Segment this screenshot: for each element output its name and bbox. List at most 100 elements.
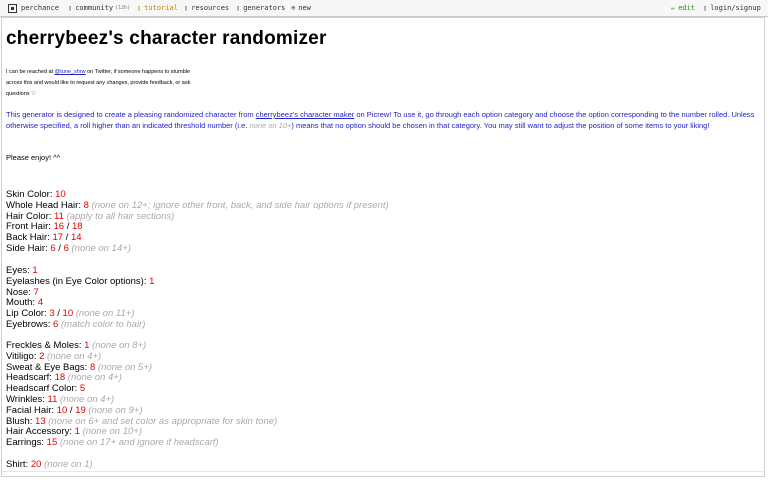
roll-value: 6 <box>53 318 59 330</box>
roll-label: Freckles & Moles: <box>6 340 82 351</box>
roll-value: 10 <box>56 404 68 416</box>
resources-icon: ▯ <box>184 4 189 12</box>
roll-value: 5 <box>79 383 86 395</box>
roll-label: Back Hair: <box>6 232 50 244</box>
nav-generators-label: generators <box>243 4 286 12</box>
roll-label: Whole Head Hair: <box>6 199 81 211</box>
roll-label: Mouth: <box>6 297 36 309</box>
nav-community-badge: (12h) <box>115 5 131 11</box>
perchance-logo-icon <box>8 3 17 13</box>
description-text-3: ) means that no option should be chosen … <box>291 121 710 130</box>
nav-tutorial-label: tutorial <box>144 4 178 12</box>
roll-note: (none on 1) <box>44 459 93 470</box>
roll-value: 11 <box>54 210 64 222</box>
roll-label: Hair Accessory: <box>6 426 72 438</box>
roll-label: Shirt: <box>6 459 29 470</box>
roll-label: Headscarf: <box>6 372 52 384</box>
nav-perchance[interactable]: perchance <box>8 0 59 16</box>
roll-label: Earrings: <box>6 437 45 449</box>
contact-text-before: I can be reached at <box>6 69 55 75</box>
nav-generators[interactable]: ▯ generators <box>236 0 285 16</box>
description-text-1: This generator is designed to create a p… <box>6 110 256 119</box>
top-navigation-bar: perchance ▯ community (12h) ▯ tutorial ▯… <box>0 0 768 17</box>
roll-value-secondary: 6 <box>63 242 69 254</box>
nav-perchance-label: perchance <box>21 4 59 12</box>
login-signup-button[interactable]: ▯ login/signup <box>703 0 761 16</box>
roll-group: Eyes: 1 Eyelashes (in Eye Color options):… <box>6 265 155 331</box>
plus-circle-icon: ⊕ <box>291 4 296 12</box>
generator-output-frame: cherrybeez's character randomizer I can … <box>1 17 765 477</box>
edit-button[interactable]: ✏ edit <box>671 0 695 16</box>
roll-label: Facial Hair: <box>6 404 55 416</box>
pencil-icon: ✏ <box>671 4 676 12</box>
roll-value: 7 <box>33 286 39 298</box>
nav-new-label: new <box>298 4 311 12</box>
roll-value: 3 <box>49 308 55 320</box>
twitter-handle-link[interactable]: @tune_shrw <box>55 69 86 75</box>
nav-tutorial[interactable]: ▯ tutorial <box>137 0 178 16</box>
enjoy-text: Please enjoy! ^^ <box>6 153 61 162</box>
roll-label: Sweat & Eye Bags: <box>6 361 88 373</box>
roll-value-secondary: 18 <box>72 221 83 233</box>
roll-label: Eyes: <box>6 265 30 276</box>
roll-group: Skin Color: 10 Whole Head Hair: 8 (none o… <box>6 189 389 255</box>
roll-value: 4 <box>37 297 43 309</box>
nav-community[interactable]: ▯ community (12h) <box>68 0 130 16</box>
contact-paragraph: I can be reached at @tune_shrw on Twitte… <box>6 67 206 100</box>
roll-group: Freckles & Moles: 1 (none on 8+) Vitiligo… <box>6 340 278 449</box>
roll-value-secondary: 19 <box>75 404 86 416</box>
roll-value-secondary: 14 <box>70 232 82 244</box>
generators-icon: ▯ <box>236 4 241 12</box>
roll-label: Headscarf Color: <box>6 383 78 395</box>
roll-note: (none on 4+) <box>67 372 122 384</box>
roll-value: 1 <box>74 426 80 438</box>
roll-value: 16 <box>53 221 65 233</box>
nav-community-label: community <box>75 4 114 12</box>
roll-value: 6 <box>50 242 56 254</box>
roll-label: Blush: <box>6 415 33 427</box>
roll-value: 15 <box>46 437 58 449</box>
roll-value: 17 <box>52 232 64 244</box>
roll-note: (none on 17+ and ignore if headscarf) <box>59 437 219 449</box>
community-icon: ▯ <box>68 4 73 12</box>
roll-note: (none on 8+) <box>92 340 147 351</box>
roll-value: 20 <box>30 459 42 470</box>
roll-value: 1 <box>149 275 155 287</box>
horizontal-scrollbar[interactable] <box>2 471 764 476</box>
roll-label: Wrinkles: <box>6 393 45 405</box>
roll-label: Side Hair: <box>6 242 48 254</box>
roll-value: 18 <box>54 372 66 384</box>
roll-label: Nose: <box>6 286 31 298</box>
roll-value: 10 <box>55 189 66 200</box>
roll-value: 8 <box>83 199 89 211</box>
roll-note: (none on 14+) <box>71 242 131 254</box>
roll-value-secondary: 10 <box>62 308 74 320</box>
roll-note: (apply to all hair sections) <box>66 210 175 222</box>
character-maker-link[interactable]: cherrybeez's character maker <box>256 110 355 119</box>
login-signup-label: login/signup <box>710 4 761 12</box>
roll-note: (none on 6+ and set color as appropriate… <box>48 415 278 427</box>
nav-new[interactable]: ⊕ new <box>291 0 311 16</box>
roll-note: (none on 12+; ignore other front, back, … <box>91 199 389 211</box>
roll-value: 11 <box>47 393 58 405</box>
roll-note: (none on 10+) <box>82 426 142 438</box>
description-example: none on 10+ <box>249 121 292 130</box>
roll-note: (none on 11+) <box>75 308 135 320</box>
roll-value: 2 <box>39 350 45 362</box>
roll-label: Vitiligo: <box>6 350 37 362</box>
roll-label: Front Hair: <box>6 221 51 233</box>
page-title: cherrybeez's character randomizer <box>6 28 327 49</box>
roll-row: Side Hair: 6 / 6 (none on 14+) <box>6 242 131 254</box>
tutorial-icon: ▯ <box>137 4 142 12</box>
roll-value: 8 <box>89 361 96 373</box>
roll-label: Eyelashes (in Eye Color options): <box>6 275 147 287</box>
roll-value: 13 <box>35 415 46 427</box>
roll-value: 1 <box>32 265 38 276</box>
roll-value: 1 <box>84 340 90 351</box>
nav-resources-label: resources <box>191 4 230 12</box>
nav-resources[interactable]: ▯ resources <box>184 0 229 16</box>
roll-row: Eyebrows: 6 (match color to hair) <box>6 318 154 331</box>
roll-note: (none on 9+) <box>88 404 143 416</box>
description-paragraph: This generator is designed to create a p… <box>6 109 762 131</box>
roll-note: (match color to hair) <box>60 318 146 330</box>
